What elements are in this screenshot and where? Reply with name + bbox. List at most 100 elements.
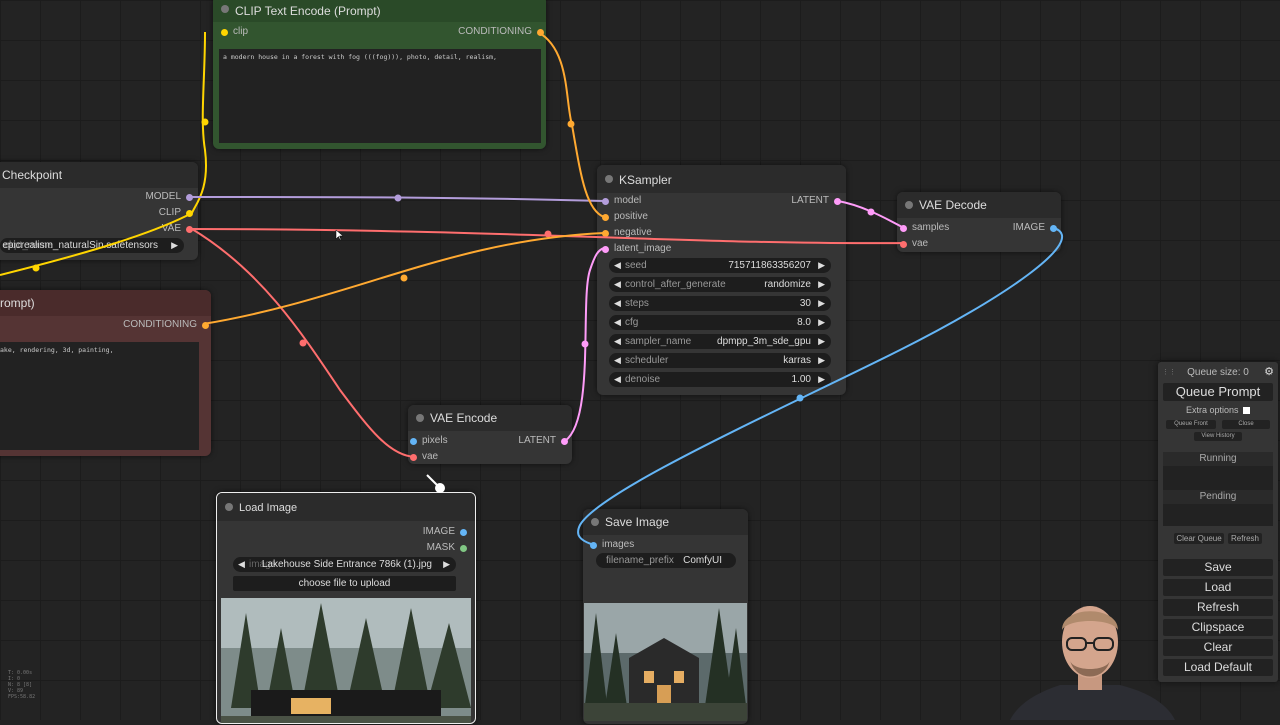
button-label: choose file to upload [298,578,391,589]
choose-file-button[interactable]: choose file to upload [233,576,456,591]
output-image[interactable]: IMAGE [423,525,467,539]
slot-label: IMAGE [1012,222,1045,233]
vae-encode-node[interactable]: VAE Encode pixels vae LATENT [408,405,572,464]
widget-value: Lakehouse Side Entrance 786k (1).jpg [261,559,432,570]
extra-options-checkbox[interactable] [1243,407,1251,415]
output-image[interactable]: IMAGE [1012,221,1057,235]
arrow-right-icon[interactable]: ▶ [818,372,825,387]
input-clip[interactable]: clip [221,25,249,39]
view-history-button[interactable]: View History [1194,432,1242,441]
cfg-widget[interactable]: ◀ cfg 8.0 ▶ [609,315,831,330]
prompt-textarea[interactable]: ake, rendering, 3d, painting, [0,342,199,450]
node-collapse-dot[interactable] [221,5,229,13]
input-positive[interactable]: positive [602,210,648,224]
slot-label: pixels [422,435,448,446]
arrow-right-icon[interactable]: ▶ [443,557,450,572]
output-conditioning[interactable]: CONDITIONING [458,25,544,39]
input-vae[interactable]: vae [900,237,928,251]
widget-label: control_after_generate [625,279,726,290]
arrow-left-icon[interactable]: ◀ [614,258,621,273]
vae-decode-node[interactable]: VAE Decode samples vae IMAGE [897,192,1061,252]
input-images[interactable]: images [590,538,634,552]
clear-queue-button[interactable]: Clear Queue [1174,533,1224,544]
widget-value: ComfyUI [683,555,722,566]
node-title: Save Image [605,515,670,529]
output-latent[interactable]: LATENT [791,194,841,208]
save-button[interactable]: Save [1163,559,1273,576]
slot-label: MODEL [145,191,181,202]
ksampler-node[interactable]: KSampler model positive negative latent_… [597,165,846,395]
input-vae[interactable]: vae [410,450,439,464]
slot-label: CONDITIONING [458,26,532,37]
prompt-textarea[interactable]: a modern house in a forest with fog (((f… [219,49,541,143]
clip-text-encode-negative-node[interactable]: rompt) CONDITIONING ake, rendering, 3d, … [0,290,211,456]
settings-gear-icon[interactable]: ⚙ [1264,365,1274,378]
scheduler-widget[interactable]: ◀ scheduler karras ▶ [609,353,831,368]
arrow-right-icon[interactable]: ▶ [818,277,825,292]
node-collapse-dot[interactable] [605,175,613,183]
arrow-right-icon[interactable]: ▶ [818,353,825,368]
output-vae[interactable]: VAE [161,222,193,236]
output-conditioning[interactable]: CONDITIONING [123,318,209,332]
input-negative[interactable]: negative [602,226,652,240]
arrow-left-icon[interactable]: ◀ [614,315,621,330]
load-image-node[interactable]: Load Image IMAGE MASK ◀ image Lakehouse … [216,492,476,724]
checkpoint-loader-node[interactable]: Checkpoint MODEL CLIP VAE ckpt_name epic… [0,162,198,260]
ckpt-name-combo[interactable]: ckpt_name epicrealism_naturalSin.safeten… [0,238,184,253]
node-collapse-dot[interactable] [225,503,233,511]
sampler-name-widget[interactable]: ◀ sampler_name dpmpp_3m_sde_gpu ▶ [609,334,831,349]
arrow-left-icon[interactable]: ◀ [614,277,621,292]
input-model[interactable]: model [602,194,641,208]
slot-label: CLIP [158,207,181,218]
queue-front-button[interactable]: Queue Front [1166,420,1216,429]
arrow-right-icon[interactable]: ▶ [171,238,178,253]
input-samples[interactable]: samples [900,221,949,235]
pending-list[interactable] [1163,504,1273,526]
arrow-left-icon[interactable]: ◀ [614,372,621,387]
slot-label: VAE [161,223,181,234]
save-image-node[interactable]: Save Image images filename_prefix ComfyU… [583,509,748,724]
widget-value: 1.00 [791,374,811,385]
node-collapse-dot[interactable] [591,518,599,526]
running-list[interactable] [1163,466,1273,490]
seed-widget[interactable]: ◀ seed 715711863356207 ▶ [609,258,831,273]
node-collapse-dot[interactable] [416,414,424,422]
filename-prefix-widget[interactable]: filename_prefix ComfyUI [596,553,736,568]
arrow-left-icon[interactable]: ◀ [614,296,621,311]
render-stats: T: 0.00s I: 0 N: 8 [8] V: 89 FPS:58.82 [8,670,35,700]
widget-value: randomize [764,279,811,290]
output-clip[interactable]: CLIP [158,206,193,220]
image-combo[interactable]: ◀ image Lakehouse Side Entrance 786k (1)… [233,557,456,572]
input-latent-image[interactable]: latent_image [602,242,671,256]
slot-label: vae [422,451,439,462]
widget-label: denoise [625,374,661,385]
denoise-widget[interactable]: ◀ denoise 1.00 ▶ [609,372,831,387]
node-title: rompt) [0,296,35,310]
widget-label: steps [625,298,649,309]
clip-text-encode-positive-node[interactable]: CLIP Text Encode (Prompt) clip CONDITION… [213,0,546,149]
steps-widget[interactable]: ◀ steps 30 ▶ [609,296,831,311]
extra-options-label: Extra options [1185,405,1239,415]
arrow-right-icon[interactable]: ▶ [818,334,825,349]
refresh-queue-button[interactable]: Refresh [1228,533,1262,544]
output-latent[interactable]: LATENT [518,434,568,448]
slot-label: clip [233,26,249,37]
input-pixels[interactable]: pixels [410,434,448,448]
arrow-left-icon[interactable]: ◀ [614,353,621,368]
extra-options-row[interactable]: Extra options [1158,405,1278,415]
arrow-left-icon[interactable]: ◀ [238,557,245,572]
arrow-left-icon[interactable]: ◀ [614,334,621,349]
output-mask[interactable]: MASK [427,541,467,555]
arrow-right-icon[interactable]: ▶ [818,258,825,273]
node-title: VAE Decode [919,198,987,212]
close-button[interactable]: Close [1222,420,1270,429]
output-model[interactable]: MODEL [145,190,193,204]
arrow-right-icon[interactable]: ▶ [818,315,825,330]
queue-prompt-button[interactable]: Queue Prompt [1163,383,1273,401]
control-after-generate-widget[interactable]: ◀ control_after_generate randomize ▶ [609,277,831,292]
node-title: Checkpoint [2,168,63,182]
widget-value: 715711863356207 [728,260,811,271]
arrow-right-icon[interactable]: ▶ [818,296,825,311]
widget-label: sampler_name [625,336,692,347]
node-collapse-dot[interactable] [905,201,913,209]
